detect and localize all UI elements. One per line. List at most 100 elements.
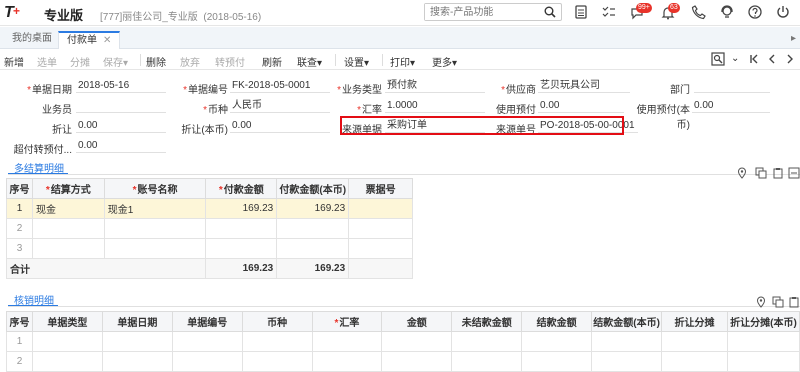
- col-header[interactable]: 单据编号: [171, 311, 243, 332]
- table-cell[interactable]: [661, 351, 728, 372]
- over-prepay-field[interactable]: 0.00: [76, 140, 166, 153]
- doc-no-field[interactable]: FK-2018-05-0001: [230, 80, 330, 93]
- table-cell[interactable]: [103, 238, 207, 259]
- search-icon[interactable]: [544, 6, 556, 18]
- table-row[interactable]: 2: [6, 351, 800, 372]
- table-cell[interactable]: 169.23: [276, 198, 350, 219]
- table-row[interactable]: 3: [6, 238, 413, 259]
- table-cell[interactable]: [171, 331, 243, 352]
- help-icon[interactable]: [747, 4, 763, 20]
- biz-type-field[interactable]: 预付款: [385, 80, 485, 93]
- table-cell[interactable]: [451, 331, 523, 352]
- col-header[interactable]: *结算方式: [31, 178, 105, 199]
- col-header[interactable]: 单据类型: [31, 311, 103, 332]
- col-header[interactable]: 单据日期: [101, 311, 173, 332]
- table-row[interactable]: 1 现金 现金1 169.23 169.23: [6, 198, 413, 219]
- table-cell[interactable]: [451, 351, 523, 372]
- refresh-button[interactable]: 刷新: [262, 54, 282, 69]
- more-button[interactable]: 更多▾: [432, 54, 457, 69]
- close-icon[interactable]: ✕: [103, 35, 111, 46]
- col-header[interactable]: 序号: [6, 178, 33, 199]
- table-row[interactable]: 2: [6, 218, 413, 239]
- paste-icon[interactable]: [772, 167, 784, 179]
- table-cell[interactable]: [521, 331, 593, 352]
- copy-row-icon[interactable]: [755, 167, 767, 179]
- tab-home[interactable]: 我的桌面: [4, 31, 60, 49]
- table-cell[interactable]: [31, 331, 103, 352]
- calculator-icon[interactable]: [573, 4, 589, 20]
- search-box[interactable]: [424, 3, 562, 21]
- doc-date-field[interactable]: 2018-05-16: [76, 80, 166, 93]
- col-header[interactable]: *付款金额: [205, 178, 278, 199]
- table-cell[interactable]: [591, 351, 663, 372]
- discard-button[interactable]: 放弃: [180, 54, 200, 69]
- checklist-icon[interactable]: [601, 4, 617, 20]
- table-cell[interactable]: [726, 351, 800, 372]
- copy-row-icon[interactable]: [772, 296, 784, 308]
- col-header[interactable]: 未结款金额: [451, 311, 523, 332]
- new-button[interactable]: 新增: [4, 54, 24, 69]
- table-cell[interactable]: [521, 351, 593, 372]
- search-doc-icon[interactable]: [711, 52, 725, 66]
- table-cell[interactable]: 现金: [31, 198, 105, 219]
- col-header[interactable]: *汇率: [311, 311, 383, 332]
- location-icon[interactable]: [736, 167, 748, 179]
- use-prepay-local-field[interactable]: 0.00: [692, 100, 770, 113]
- table-cell[interactable]: [31, 351, 103, 372]
- power-icon[interactable]: [775, 4, 791, 20]
- col-header[interactable]: 折让分摊: [661, 311, 728, 332]
- table-cell[interactable]: [31, 238, 105, 259]
- col-header[interactable]: 结款金额: [521, 311, 593, 332]
- search-input[interactable]: [425, 4, 537, 20]
- table-cell[interactable]: [101, 331, 173, 352]
- supplier-field[interactable]: 艺贝玩具公司: [538, 80, 630, 93]
- delete-row-icon[interactable]: [788, 167, 800, 179]
- discount-local-field[interactable]: 0.00: [230, 120, 330, 133]
- table-cell[interactable]: [381, 331, 453, 352]
- col-header[interactable]: 票据号: [348, 178, 413, 199]
- previous-record-icon[interactable]: [765, 52, 779, 66]
- table-cell[interactable]: [726, 331, 800, 352]
- app-logo[interactable]: T+: [4, 4, 20, 22]
- paste-icon[interactable]: [788, 296, 800, 308]
- table-cell[interactable]: [381, 351, 453, 372]
- col-header[interactable]: 金额: [381, 311, 453, 332]
- col-header[interactable]: 序号: [6, 311, 33, 332]
- pick-button[interactable]: 选单: [37, 54, 57, 69]
- chevron-right-icon[interactable]: ▸: [791, 33, 796, 44]
- col-header[interactable]: 结款金额(本币): [591, 311, 663, 332]
- next-record-icon[interactable]: [783, 52, 797, 66]
- table-cell[interactable]: [276, 218, 350, 239]
- table-cell[interactable]: [661, 331, 728, 352]
- table-cell[interactable]: [276, 238, 350, 259]
- table-cell[interactable]: [31, 218, 105, 239]
- transfer-prepay-button[interactable]: 转预付: [215, 54, 245, 69]
- settings-button[interactable]: 设置▾: [344, 54, 369, 69]
- first-record-icon[interactable]: [747, 52, 761, 66]
- tab-payment[interactable]: 付款单 ✕: [58, 31, 121, 49]
- col-header[interactable]: 币种: [241, 311, 313, 332]
- delete-button[interactable]: 删除: [146, 54, 166, 69]
- use-prepay-field[interactable]: 0.00: [538, 100, 624, 113]
- col-header[interactable]: 折让分摊(本币): [726, 311, 800, 332]
- table-cell[interactable]: [591, 331, 663, 352]
- table-cell[interactable]: [311, 351, 383, 372]
- col-header[interactable]: 付款金额(本币): [276, 178, 350, 199]
- table-row[interactable]: 1: [6, 331, 800, 352]
- table-cell[interactable]: 现金1: [103, 198, 207, 219]
- discount-field[interactable]: 0.00: [76, 120, 166, 133]
- service-icon[interactable]: [719, 4, 735, 20]
- rate-field[interactable]: 1.0000: [385, 100, 485, 113]
- salesman-field[interactable]: [76, 100, 166, 113]
- table-cell[interactable]: [311, 331, 383, 352]
- table-cell[interactable]: [241, 351, 313, 372]
- linked-query-button[interactable]: 联查▾: [297, 54, 322, 69]
- notices-button[interactable]: 63: [660, 3, 680, 22]
- chevron-down-icon[interactable]: ⌄: [731, 53, 739, 64]
- table-cell[interactable]: [205, 218, 278, 239]
- dept-field[interactable]: [694, 80, 770, 93]
- table-cell[interactable]: [171, 351, 243, 372]
- table-cell[interactable]: [348, 238, 413, 259]
- table-cell[interactable]: [103, 218, 207, 239]
- col-header[interactable]: *账号名称: [103, 178, 207, 199]
